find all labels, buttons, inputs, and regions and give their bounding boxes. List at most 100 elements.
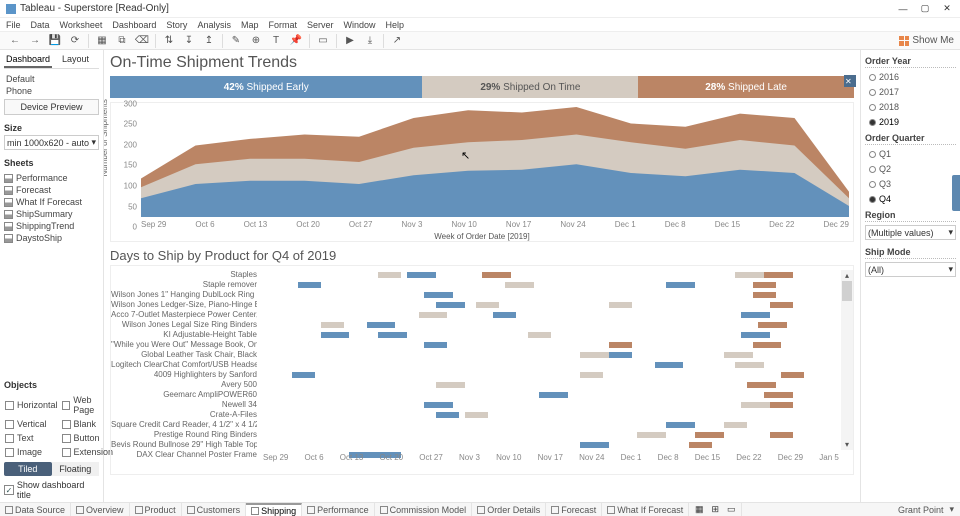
show-title-checkbox[interactable]: ✓ Show dashboard title bbox=[4, 480, 99, 500]
forward-button[interactable]: → bbox=[26, 33, 44, 49]
product-mark[interactable] bbox=[321, 332, 350, 338]
product-mark[interactable] bbox=[724, 352, 753, 358]
default-value[interactable]: Phone bbox=[4, 85, 99, 97]
menu-dashboard[interactable]: Dashboard bbox=[112, 20, 156, 30]
product-mark[interactable] bbox=[609, 302, 632, 308]
product-mark[interactable] bbox=[493, 312, 516, 318]
product-mark[interactable] bbox=[609, 342, 632, 348]
product-mark[interactable] bbox=[292, 372, 315, 378]
product-mark[interactable] bbox=[764, 272, 793, 278]
panel-collapse-handle[interactable] bbox=[952, 175, 960, 211]
menu-format[interactable]: Format bbox=[268, 20, 297, 30]
workbook-tab-commission-model[interactable]: Commission Model bbox=[375, 503, 473, 516]
product-mark[interactable] bbox=[580, 442, 609, 448]
share-button[interactable]: ↗ bbox=[388, 33, 406, 49]
product-mark[interactable] bbox=[781, 372, 804, 378]
remove-sheet-button[interactable]: ✕ bbox=[844, 75, 856, 87]
vertical-scrollbar[interactable]: ▴ ▾ bbox=[841, 270, 853, 450]
area-plot[interactable]: ↖ bbox=[141, 107, 849, 217]
product-mark[interactable] bbox=[378, 272, 401, 278]
product-mark[interactable] bbox=[424, 402, 453, 408]
product-mark[interactable] bbox=[770, 432, 793, 438]
product-plot[interactable] bbox=[263, 270, 839, 450]
sheet-performance[interactable]: Performance bbox=[4, 172, 99, 184]
obj-vertical[interactable]: Vertical bbox=[4, 418, 59, 430]
presentation-button[interactable]: ▶ bbox=[341, 33, 359, 49]
fit-button[interactable]: ▭ bbox=[314, 33, 332, 49]
product-mark[interactable] bbox=[424, 342, 447, 348]
data-source-tab[interactable]: Data Source bbox=[0, 503, 71, 516]
product-mark[interactable] bbox=[747, 382, 776, 388]
save-button[interactable]: 💾 bbox=[46, 33, 64, 49]
size-select[interactable]: min 1000x620 - auto ▾ bbox=[4, 135, 99, 150]
sheet-shipsummary[interactable]: ShipSummary bbox=[4, 208, 99, 220]
tiled-button[interactable]: Tiled bbox=[4, 462, 52, 476]
year-2017[interactable]: 2017 bbox=[865, 86, 956, 98]
product-mark[interactable] bbox=[753, 342, 782, 348]
product-mark[interactable] bbox=[580, 372, 603, 378]
clear-button[interactable]: ⌫ bbox=[133, 33, 151, 49]
kpi-ontime[interactable]: 29% Shipped On Time bbox=[422, 76, 638, 98]
product-mark[interactable] bbox=[436, 412, 459, 418]
sort-desc-button[interactable]: ↥ bbox=[200, 33, 218, 49]
highlight-button[interactable]: ✎ bbox=[227, 33, 245, 49]
group-button[interactable]: ⊕ bbox=[247, 33, 265, 49]
sort-asc-button[interactable]: ↧ bbox=[180, 33, 198, 49]
product-chart[interactable]: StaplesStaple removerWilson Jones 1" Han… bbox=[110, 265, 854, 475]
product-mark[interactable] bbox=[465, 412, 488, 418]
menu-help[interactable]: Help bbox=[386, 20, 405, 30]
floating-button[interactable]: Floating bbox=[52, 462, 100, 476]
new-worksheet-button[interactable]: ▦ bbox=[93, 33, 111, 49]
sheet-daystoship[interactable]: DaystoShip bbox=[4, 232, 99, 244]
quarter-q1[interactable]: Q1 bbox=[865, 148, 956, 160]
menu-server[interactable]: Server bbox=[307, 20, 334, 30]
quarter-q4[interactable]: Q4 bbox=[865, 193, 956, 205]
product-mark[interactable] bbox=[741, 332, 770, 338]
scroll-down-button[interactable]: ▾ bbox=[844, 439, 850, 450]
workbook-tab-overview[interactable]: Overview bbox=[71, 503, 130, 516]
product-mark[interactable] bbox=[637, 432, 666, 438]
year-2016[interactable]: 2016 bbox=[865, 71, 956, 83]
workbook-tab-shipping[interactable]: Shipping bbox=[246, 503, 302, 516]
window-min-button[interactable]: — bbox=[896, 3, 910, 15]
menu-story[interactable]: Story bbox=[166, 20, 187, 30]
area-chart[interactable]: Number of Shipments 0 50 100 150 200 250… bbox=[110, 102, 854, 242]
sheet-whatif[interactable]: What If Forecast bbox=[4, 196, 99, 208]
product-mark[interactable] bbox=[407, 272, 436, 278]
obj-image[interactable]: Image bbox=[4, 446, 59, 458]
product-mark[interactable] bbox=[770, 402, 793, 408]
showme-button[interactable]: Show Me bbox=[899, 35, 954, 46]
label-button[interactable]: T bbox=[267, 33, 285, 49]
menu-analysis[interactable]: Analysis bbox=[197, 20, 231, 30]
product-mark[interactable] bbox=[753, 292, 776, 298]
product-mark[interactable] bbox=[436, 382, 465, 388]
region-select[interactable]: (Multiple values)▾ bbox=[865, 225, 956, 240]
product-mark[interactable] bbox=[741, 312, 770, 318]
new-connection-button[interactable]: ⟳ bbox=[66, 33, 84, 49]
product-mark[interactable] bbox=[666, 422, 695, 428]
workbook-tab-what-if-forecast[interactable]: What If Forecast bbox=[602, 503, 689, 516]
workbook-tab-order-details[interactable]: Order Details bbox=[472, 503, 546, 516]
quarter-q2[interactable]: Q2 bbox=[865, 163, 956, 175]
tab-layout[interactable]: Layout bbox=[52, 52, 99, 68]
year-2019[interactable]: 2019 bbox=[865, 116, 956, 128]
product-mark[interactable] bbox=[764, 392, 793, 398]
window-max-button[interactable]: ▢ bbox=[918, 3, 932, 15]
product-mark[interactable] bbox=[695, 432, 724, 438]
product-mark[interactable] bbox=[528, 332, 551, 338]
product-mark[interactable] bbox=[741, 402, 770, 408]
sheet-forecast[interactable]: Forecast bbox=[4, 184, 99, 196]
menu-worksheet[interactable]: Worksheet bbox=[60, 20, 103, 30]
workbook-tab-performance[interactable]: Performance bbox=[302, 503, 375, 516]
scroll-thumb[interactable] bbox=[842, 281, 852, 301]
menu-map[interactable]: Map bbox=[241, 20, 259, 30]
product-mark[interactable] bbox=[378, 332, 407, 338]
kpi-early[interactable]: 42% Shipped Early bbox=[110, 76, 422, 98]
product-mark[interactable] bbox=[298, 282, 321, 288]
product-mark[interactable] bbox=[321, 322, 344, 328]
quarter-q3[interactable]: Q3 bbox=[865, 178, 956, 190]
product-mark[interactable] bbox=[753, 282, 776, 288]
product-mark[interactable] bbox=[666, 282, 695, 288]
download-button[interactable]: ⤓ bbox=[361, 33, 379, 49]
new-dashboard-button[interactable]: ⊞ bbox=[709, 504, 721, 515]
